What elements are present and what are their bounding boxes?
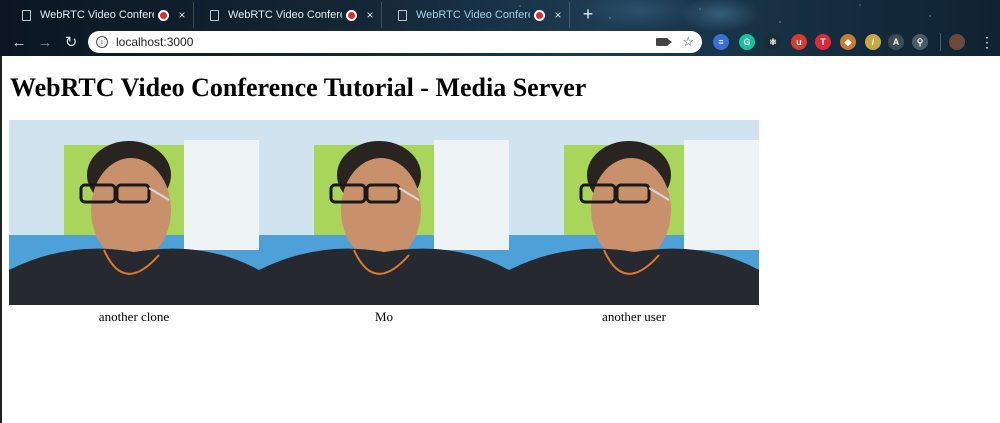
grammarly-icon[interactable]: G	[739, 34, 755, 50]
page-icon	[22, 9, 31, 21]
webcam-feed-image	[509, 120, 759, 305]
recording-indicator-icon	[346, 9, 357, 21]
search-extension-icon[interactable]: ⚲	[912, 34, 928, 50]
webcam-feed-image	[259, 120, 509, 305]
video-tile: Mo	[259, 120, 509, 325]
video-tile: another user	[509, 120, 759, 325]
bookmark-star-icon[interactable]: ☆	[682, 34, 694, 50]
browser-chrome: WebRTC Video Conference × WebRTC Video C…	[0, 0, 1000, 56]
video-tile: another clone	[9, 120, 259, 325]
react-devtools-icon[interactable]: ⚛	[765, 34, 781, 50]
tab-title: WebRTC Video Conference	[416, 9, 530, 21]
tab-1[interactable]: WebRTC Video Conference ×	[8, 2, 194, 28]
web-page: WebRTC Video Conference Tutorial - Media…	[0, 56, 1000, 423]
recording-indicator-icon	[158, 9, 169, 21]
tab-strip: WebRTC Video Conference × WebRTC Video C…	[0, 0, 1000, 28]
close-tab-icon[interactable]: ×	[177, 8, 187, 22]
page-icon	[398, 9, 407, 21]
video-stream	[509, 120, 759, 305]
disabled-extension-icon[interactable]: A	[888, 34, 904, 50]
video-stream	[259, 120, 509, 305]
site-info-icon[interactable]: i	[96, 36, 108, 48]
video-caption: Mo	[374, 309, 394, 324]
address-bar[interactable]: i localhost:3000 ☆	[88, 31, 702, 53]
recording-indicator-icon	[534, 9, 545, 21]
stack-icon[interactable]: ≡	[713, 34, 729, 50]
close-tab-icon[interactable]: ×	[553, 8, 563, 22]
extension-icon[interactable]: ◆	[840, 34, 856, 50]
tab-title: WebRTC Video Conference	[40, 9, 154, 21]
new-tab-button[interactable]: +	[578, 2, 598, 28]
video-caption: another clone	[98, 309, 170, 324]
video-caption: another user	[602, 309, 666, 324]
address-url[interactable]: localhost:3000	[116, 35, 656, 49]
reload-button[interactable]: ↻	[60, 33, 82, 51]
browser-menu-icon[interactable]: ⋮	[980, 33, 994, 51]
camera-in-use-icon[interactable]	[656, 38, 673, 46]
close-tab-icon[interactable]: ×	[365, 8, 375, 22]
eyedropper-icon[interactable]: /	[865, 34, 881, 50]
forward-button[interactable]: →	[34, 34, 56, 51]
profile-avatar[interactable]	[949, 34, 965, 50]
page-icon	[210, 9, 219, 21]
back-button[interactable]: ←	[8, 34, 30, 51]
video-stream	[9, 120, 259, 305]
browser-toolbar: ← → ↻ i localhost:3000 ☆ ≡ G ⚛ u T ◆ / A…	[0, 28, 1000, 56]
todoist-icon[interactable]: T	[815, 34, 831, 50]
tab-title: WebRTC Video Conference	[228, 9, 342, 21]
ublock-icon[interactable]: u	[791, 34, 807, 50]
webcam-feed-image	[9, 120, 259, 305]
page-title: WebRTC Video Conference Tutorial - Media…	[10, 73, 587, 102]
tab-2[interactable]: WebRTC Video Conference ×	[196, 2, 382, 28]
tab-3-active[interactable]: WebRTC Video Conference ×	[384, 2, 570, 28]
